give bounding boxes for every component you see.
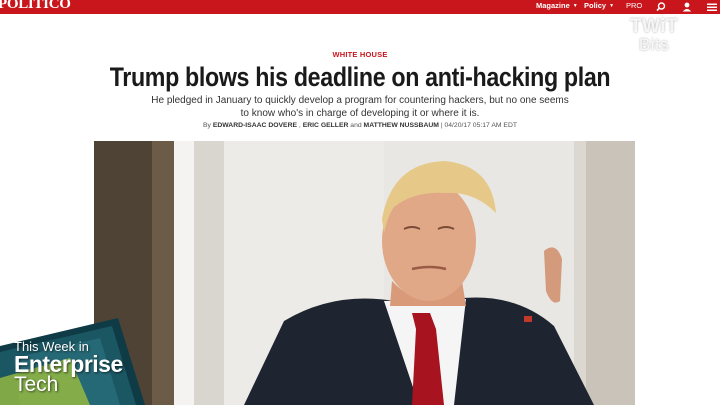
- chevron-down-icon: ▼: [609, 3, 615, 9]
- top-nav-bar: POLITICO Magazine ▼ Policy ▼ PRO: [0, 0, 720, 14]
- nav-item-pro[interactable]: PRO: [626, 0, 642, 14]
- byline-author-link[interactable]: MATTHEW NUSSBAUM: [364, 122, 439, 129]
- nav-magazine-label: Magazine: [536, 1, 570, 10]
- twit-bits-watermark: TWiT Bits: [622, 16, 686, 54]
- byline-separator: ,: [298, 122, 301, 129]
- watermark-line2: Bits: [638, 35, 670, 54]
- byline-and: and: [350, 122, 362, 129]
- byline-by: By: [202, 122, 211, 129]
- site-logo[interactable]: POLITICO: [0, 0, 71, 13]
- show-logo: This Week in Enterprise Tech: [14, 340, 123, 396]
- chevron-down-icon: ▼: [572, 3, 578, 9]
- byline-author-link[interactable]: EDWARD-ISAAC DOVERE: [213, 122, 297, 129]
- watermark-line1: TWiT: [629, 16, 679, 37]
- article-byline: By EDWARD-ISAAC DOVERE , ERIC GELLER and…: [0, 122, 720, 129]
- show-title-line3: Tech: [14, 373, 59, 396]
- nav-policy-label: Policy: [584, 1, 607, 10]
- byline-timestamp: | 04/20/17 05:17 AM EDT: [440, 122, 518, 129]
- byline-author-link[interactable]: ERIC GELLER: [303, 122, 349, 129]
- account-icon[interactable]: [681, 1, 693, 13]
- article-headline: Trump blows his deadline on anti-hacking…: [109, 62, 611, 92]
- article-photo: [94, 141, 635, 405]
- portrait-photo-illustration: [94, 141, 635, 405]
- show-title-line2: Enterprise: [14, 351, 123, 377]
- search-icon[interactable]: [655, 1, 667, 13]
- section-tag[interactable]: WHITE HOUSE: [0, 50, 720, 59]
- menu-icon[interactable]: [706, 1, 718, 13]
- article-dek: He pledged in January to quickly develop…: [151, 95, 569, 119]
- nav-item-magazine[interactable]: Magazine ▼: [536, 0, 578, 14]
- nav-item-policy[interactable]: Policy ▼: [584, 0, 614, 14]
